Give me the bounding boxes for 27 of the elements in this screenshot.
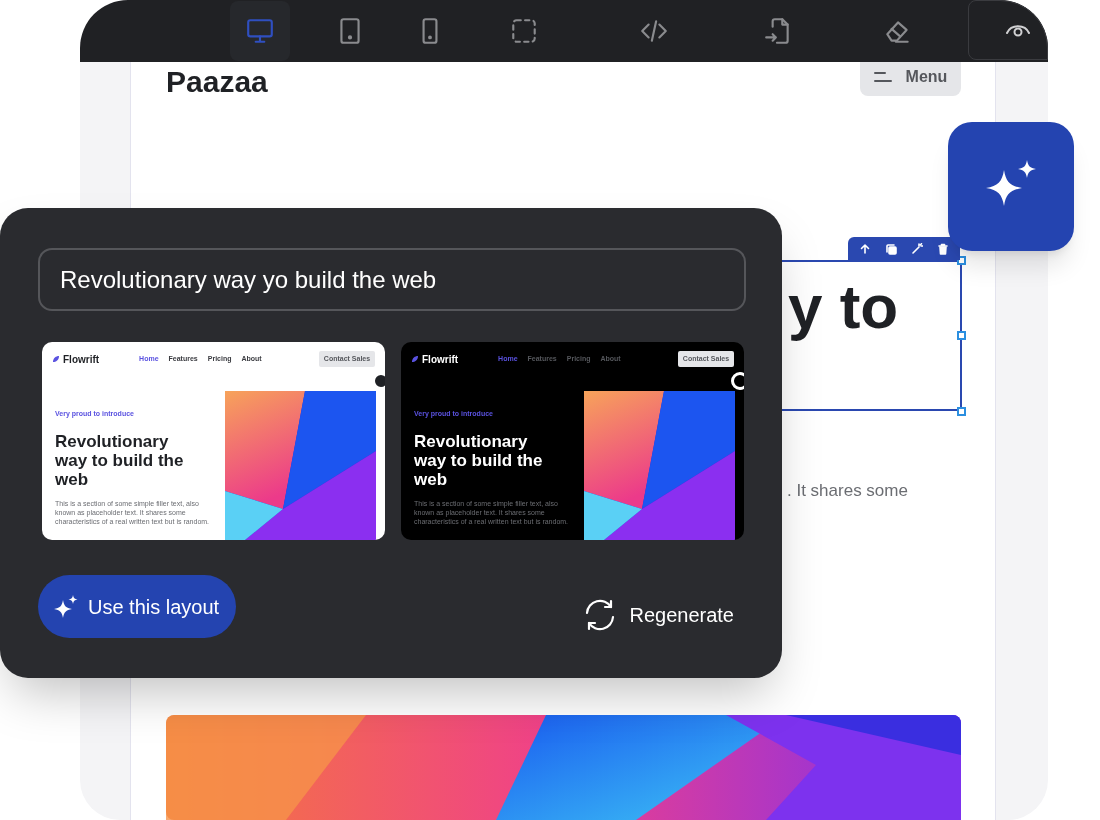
leaf-logo-icon	[411, 355, 419, 363]
magic-wand-icon[interactable]	[911, 242, 923, 255]
logo-text: Flowrift	[422, 352, 459, 367]
leaf-logo-icon	[52, 355, 60, 363]
monitor-icon	[245, 16, 275, 46]
body-text: . It shares some	[787, 480, 908, 502]
arrow-up-icon[interactable]	[859, 242, 871, 255]
heading-text: y to	[788, 272, 899, 342]
layout-preview-card[interactable]	[42, 342, 385, 540]
selection-icon	[509, 16, 539, 46]
ai-model-badge	[731, 372, 744, 390]
trash-icon[interactable]	[937, 242, 949, 255]
preview-button[interactable]	[968, 0, 1048, 60]
ai-sparkle-button[interactable]	[948, 122, 1074, 251]
use-layout-button[interactable]: Use this layout	[38, 575, 237, 638]
layout-preview-card[interactable]	[401, 342, 744, 540]
menu-icon	[873, 71, 892, 83]
copy-icon[interactable]	[885, 242, 897, 255]
heading-text: Revolutionary way to build the web	[414, 431, 544, 489]
sparkle-icon	[54, 594, 78, 619]
logo-text: Flowrift	[63, 352, 100, 367]
site-logo-text: Paazaa	[166, 64, 268, 100]
heading-text: Revolutionary way to build the web	[55, 431, 185, 489]
resize-handle[interactable]	[957, 331, 966, 340]
resize-handle[interactable]	[957, 407, 966, 416]
regenerate-button[interactable]: Regenerate	[581, 597, 734, 632]
prompt-field[interactable]: Revolutionary way yo build the web	[38, 248, 746, 311]
